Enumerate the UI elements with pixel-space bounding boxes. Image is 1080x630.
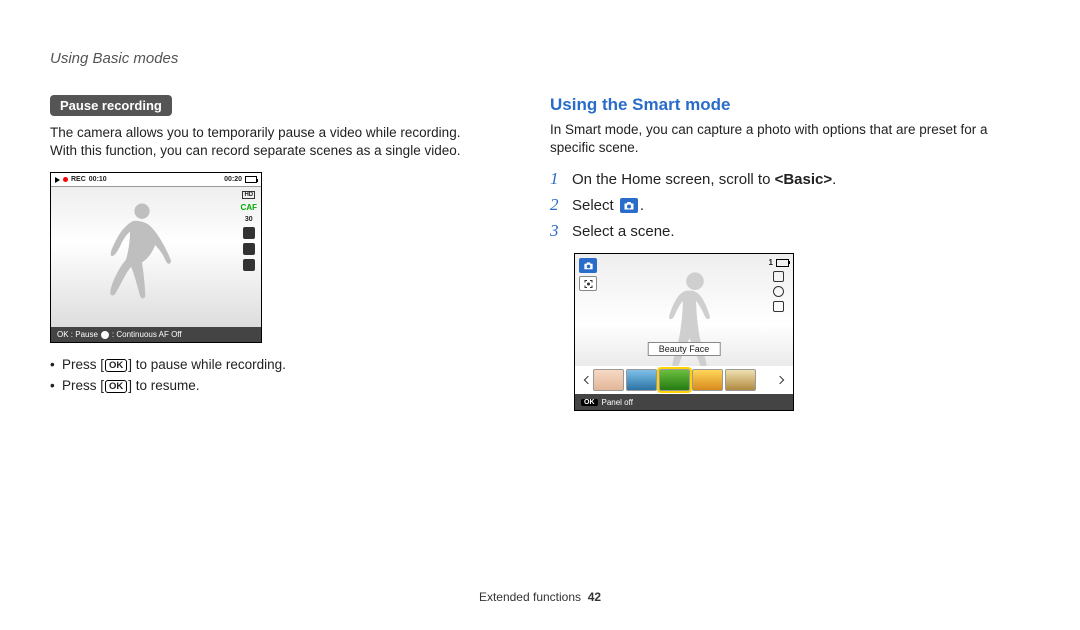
video-side-icons: HD CAF 30 [241, 191, 257, 271]
ok-button-icon: OK [581, 399, 598, 406]
focus-mode-chip [579, 276, 597, 291]
scene-thumb-landscape [626, 369, 657, 391]
panel-off-hint: Panel off [602, 398, 633, 407]
page-footer: Extended functions 42 [0, 590, 1080, 604]
mode-chip-stack [579, 258, 597, 291]
pause-instructions-list: Press [OK] to pause while recording. Pre… [50, 355, 490, 396]
battery-icon [776, 259, 789, 267]
step-3: 3 Select a scene. [550, 221, 1030, 241]
smart-mode-chip [579, 258, 597, 273]
left-column: Pause recording The camera allows you to… [50, 95, 490, 411]
bullet-pause: Press [OK] to pause while recording. [50, 355, 490, 375]
step-number: 2 [550, 195, 564, 215]
bullet-resume: Press [OK] to resume. [50, 376, 490, 396]
two-column-layout: Pause recording The camera allows you to… [50, 95, 1030, 411]
step-1: 1 On the Home screen, scroll to <Basic>. [550, 169, 1030, 189]
mode-icon-1 [243, 227, 255, 239]
step-text: Select . [572, 197, 644, 214]
shots-remaining: 1 [769, 258, 773, 267]
dancer-silhouette-icon [97, 197, 187, 317]
caf-off-hint: : Continuous AF Off [112, 330, 182, 339]
scene-filmstrip [575, 366, 793, 394]
scene-select-screenshot: 1 Beauty Face [574, 253, 794, 411]
record-icon [63, 177, 68, 182]
stabilizer-icon [243, 259, 255, 271]
hd-icon: HD [242, 191, 255, 199]
macro-flower-icon [101, 331, 109, 339]
elapsed-time: 00:10 [89, 176, 107, 183]
fps-indicator: 30 [245, 216, 253, 223]
page-header: Using Basic modes [50, 50, 1030, 67]
resolution-icon [773, 271, 784, 282]
scene-thumb-sunset [692, 369, 723, 391]
step-2: 2 Select . [550, 195, 1030, 215]
chevron-left-icon [584, 376, 592, 384]
scene-preview-area: 1 Beauty Face [575, 254, 793, 394]
footer-section: Extended functions [479, 590, 581, 604]
status-icon-stack: 1 [769, 258, 789, 312]
video-bottom-bar: OK : Pause : Continuous AF Off [51, 327, 261, 342]
scene-label: Beauty Face [648, 342, 721, 356]
ok-button-icon: OK [105, 380, 127, 393]
scene-thumb-macro [659, 369, 690, 391]
ok-button-icon: OK [105, 359, 127, 372]
play-icon [55, 177, 60, 183]
smart-mode-camera-icon [620, 198, 638, 213]
battery-icon [245, 176, 257, 183]
step-number: 3 [550, 221, 564, 241]
step-number: 1 [550, 169, 564, 189]
smart-mode-description: In Smart mode, you can capture a photo w… [550, 121, 1030, 157]
video-top-bar: REC 00:10 00:20 [51, 173, 261, 187]
eye-icon [773, 286, 784, 297]
text: Press [ [62, 378, 104, 393]
total-time: 00:20 [224, 176, 242, 183]
smart-mode-steps: 1 On the Home screen, scroll to <Basic>.… [550, 169, 1030, 241]
child-silhouette-icon [655, 268, 735, 378]
face-icon [773, 301, 784, 312]
caf-indicator: CAF [241, 203, 257, 212]
text: Press [ [62, 357, 104, 372]
scene-thumb-beauty-face [593, 369, 624, 391]
video-recording-screenshot: REC 00:10 00:20 HD CAF 30 [50, 172, 262, 343]
pause-recording-badge: Pause recording [50, 95, 172, 116]
video-preview-area: HD CAF 30 [51, 187, 261, 327]
chevron-right-icon [776, 376, 784, 384]
smart-mode-heading: Using the Smart mode [550, 95, 1030, 115]
scene-thumb-action [725, 369, 756, 391]
scene-bottom-bar: OK Panel off [575, 394, 793, 410]
mode-icon-2 [243, 243, 255, 255]
text: ] to resume. [128, 378, 199, 393]
right-column: Using the Smart mode In Smart mode, you … [550, 95, 1030, 411]
ok-pause-hint: OK : Pause [57, 330, 98, 339]
page-number: 42 [588, 590, 601, 604]
rec-label: REC [71, 176, 86, 183]
step-text: On the Home screen, scroll to <Basic>. [572, 171, 836, 188]
step-text: Select a scene. [572, 223, 675, 240]
pause-recording-description: The camera allows you to temporarily pau… [50, 124, 490, 160]
text: ] to pause while recording. [128, 357, 286, 372]
